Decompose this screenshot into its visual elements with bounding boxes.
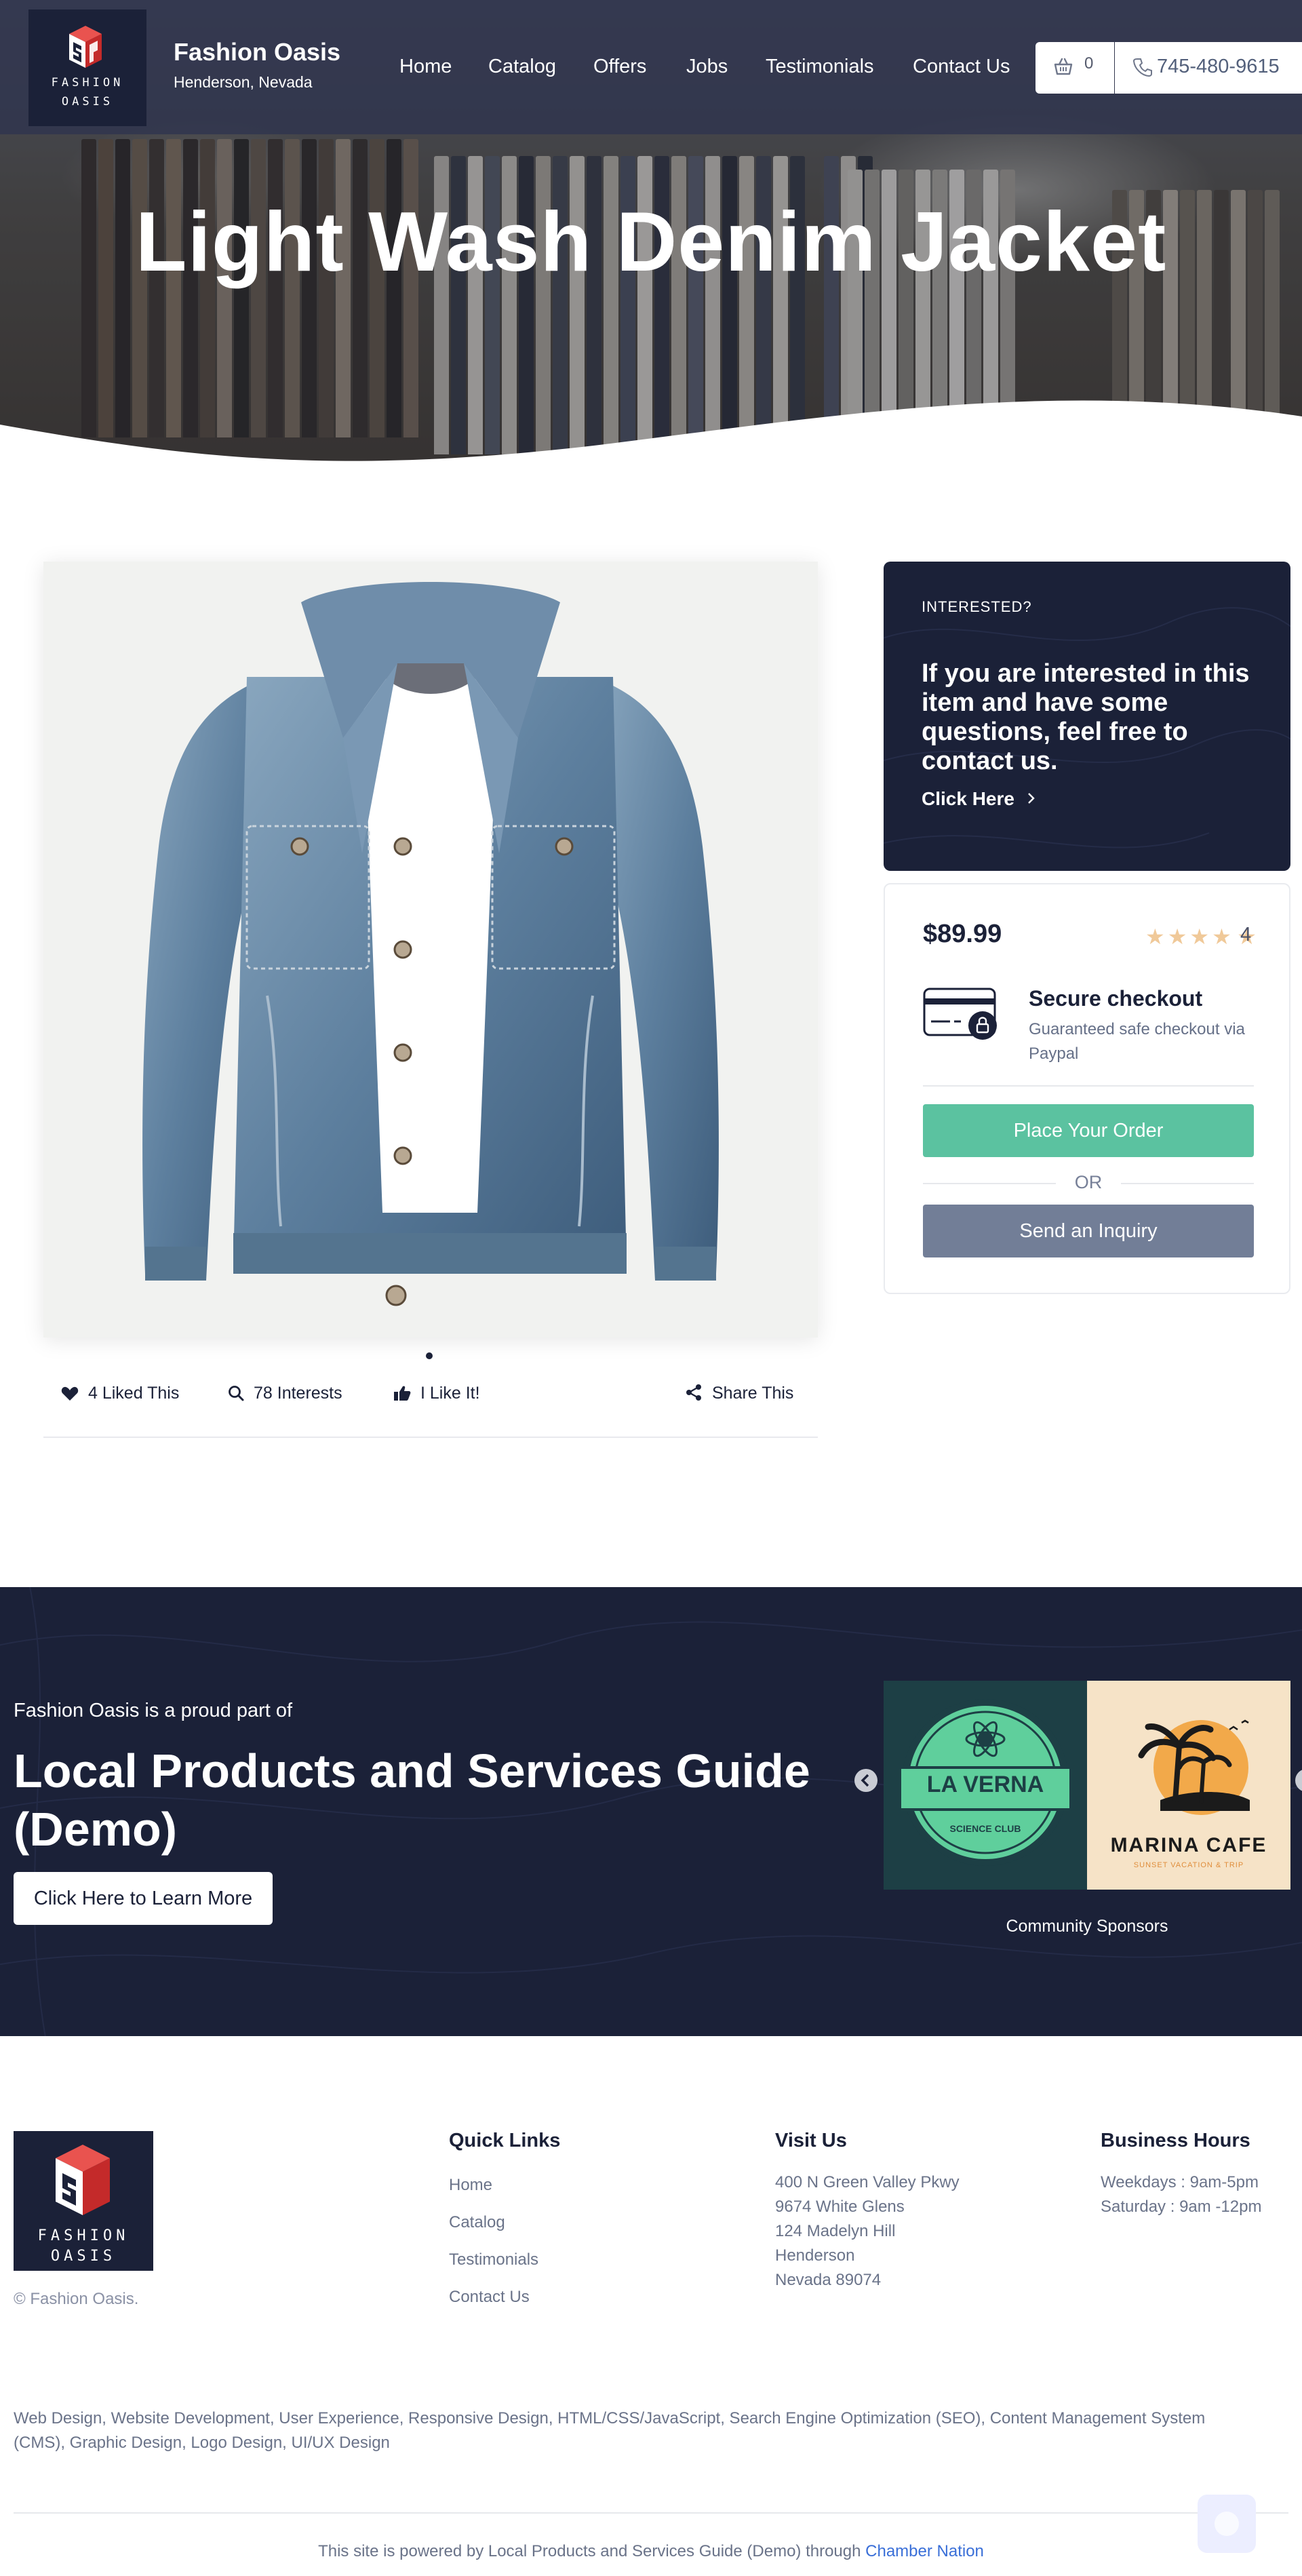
brand-name[interactable]: Fashion Oasis xyxy=(174,38,340,66)
page-title: Light Wash Denim Jacket xyxy=(135,195,1167,289)
address-line: 400 N Green Valley Pkwy xyxy=(775,2173,960,2191)
nav-offers[interactable]: Offers xyxy=(593,56,646,78)
cart-button[interactable]: 0 xyxy=(1035,42,1114,94)
sponsor2-name: MARINA CAFE xyxy=(1110,1834,1267,1856)
chat-icon xyxy=(1215,2512,1239,2536)
address-line: Nevada 89074 xyxy=(775,2271,882,2289)
sponsor-marina-cafe[interactable]: MARINA CAFE SUNSET VACATION & TRIP xyxy=(1087,1681,1290,1890)
secure-checkout-subtitle: Guaranteed safe checkout via Paypal xyxy=(1029,1020,1245,1063)
place-order-button[interactable]: Place Your Order xyxy=(923,1104,1254,1157)
learn-more-button[interactable]: Click Here to Learn More xyxy=(14,1872,273,1925)
sponsor-la-verna[interactable]: LA VERNA SCIENCE CLUB xyxy=(884,1681,1087,1890)
or-separator: OR xyxy=(923,1169,1254,1196)
or-text: OR xyxy=(1074,1172,1103,1192)
visit-us-title: Visit Us xyxy=(775,2130,847,2151)
chat-widget-button[interactable] xyxy=(1198,2495,1256,2553)
share-button[interactable]: Share This xyxy=(685,1384,793,1403)
sponsor1-name: LA VERNA xyxy=(926,1772,1044,1797)
footer-logo-line1: FASHION xyxy=(37,2227,130,2244)
sponsor2-tagline: SUNSET VACATION & TRIP xyxy=(1133,1861,1244,1869)
powered-by-text: This site is powered by Local Products a… xyxy=(318,2542,861,2560)
star-icon: ★ xyxy=(1189,924,1210,949)
nav-jobs[interactable]: Jobs xyxy=(686,56,728,78)
basket-icon xyxy=(1054,58,1073,75)
footer-link-testimonials[interactable]: Testimonials xyxy=(449,2250,538,2269)
footer-link-contact-us[interactable]: Contact Us xyxy=(449,2288,530,2307)
footer-logo-line2: OASIS xyxy=(50,2248,117,2265)
footer-logo[interactable]: FASHION OASIS xyxy=(14,2131,153,2271)
product-image[interactable] xyxy=(43,562,818,1338)
like-it-label: I Like It! xyxy=(420,1384,480,1403)
brand-logo[interactable]: FASHION OASIS xyxy=(28,9,146,126)
marina-cafe-logo xyxy=(1138,1719,1250,1815)
product-actions-divider xyxy=(43,1437,818,1438)
interest-click-here-link[interactable]: Click Here xyxy=(922,788,1036,810)
star-icon: ★ xyxy=(1167,924,1187,949)
brand-location: Henderson, Nevada xyxy=(174,73,313,91)
liked-count-label: 4 Liked This xyxy=(88,1384,180,1403)
footer-divider xyxy=(14,2512,1288,2514)
address-line: Henderson xyxy=(775,2246,855,2265)
search-icon xyxy=(229,1386,244,1401)
secure-card-icon xyxy=(923,988,997,1040)
services-tags: Web Design, Website Development, User Ex… xyxy=(14,2409,1206,2452)
copyright: © Fashion Oasis. xyxy=(14,2290,139,2308)
denim-jacket-image xyxy=(142,582,719,1306)
chevron-left-icon xyxy=(861,1774,869,1787)
share-icon xyxy=(686,1384,701,1401)
carousel-prev-button[interactable] xyxy=(854,1769,877,1792)
guide-kicker: Fashion Oasis is a proud part of xyxy=(14,1700,293,1721)
hero-wave-divider xyxy=(0,400,1302,468)
interests-label: 78 Interests xyxy=(254,1384,342,1403)
logo-text-line1: FASHION xyxy=(51,76,124,90)
star-icon: ★ xyxy=(1145,924,1165,949)
purchase-divider xyxy=(923,1085,1254,1087)
phone-button[interactable]: 745-480-9615 xyxy=(1115,42,1302,94)
guide-section: Fashion Oasis is a proud part of Local P… xyxy=(0,1587,1302,2036)
thumbs-up-icon xyxy=(394,1386,411,1401)
address-line: 9674 White Glens xyxy=(775,2198,905,2216)
sponsor1-tagline: SCIENCE CLUB xyxy=(949,1823,1021,1834)
brand-logo-mark-icon xyxy=(69,26,102,68)
chevron-right-icon xyxy=(1027,793,1035,804)
cart-count: 0 xyxy=(1084,54,1094,73)
product-price: $89.99 xyxy=(923,920,1002,948)
hours-line: Saturday : 9am -12pm xyxy=(1101,2198,1262,2216)
purchase-card: $89.99 ★ ★ ★ ★ ★ 4 Secure checkout Guarante… xyxy=(884,883,1290,1294)
liked-count-button[interactable]: 4 Liked This xyxy=(61,1384,179,1403)
address-line: 124 Madelyn Hill xyxy=(775,2222,896,2240)
footer-link-home[interactable]: Home xyxy=(449,2176,492,2195)
nav-testimonials[interactable]: Testimonials xyxy=(766,56,874,78)
interests-button[interactable]: 78 Interests xyxy=(228,1384,342,1403)
footer-link-catalog[interactable]: Catalog xyxy=(449,2213,505,2232)
nav-contact-us[interactable]: Contact Us xyxy=(913,56,1010,78)
community-sponsors-label: Community Sponsors xyxy=(1006,1917,1168,1936)
guide-title: Local Products and Services Guide (Demo) xyxy=(14,1744,810,1856)
interest-message: If you are interested in this item and h… xyxy=(922,659,1250,775)
chamber-nation-link[interactable]: Chamber Nation xyxy=(865,2542,984,2560)
rating-value: 4 xyxy=(1240,924,1252,945)
heart-icon xyxy=(61,1386,79,1401)
secure-checkout-title: Secure checkout xyxy=(1029,986,1203,1011)
phone-icon xyxy=(1132,58,1152,77)
logo-text-line2: OASIS xyxy=(61,95,114,109)
powered-by: This site is powered by Local Products a… xyxy=(0,2542,1302,2561)
like-it-button[interactable]: I Like It! xyxy=(393,1384,480,1403)
interest-kicker: INTERESTED? xyxy=(922,598,1032,615)
hours-line: Weekdays : 9am-5pm xyxy=(1101,2173,1259,2191)
quick-links-title: Quick Links xyxy=(449,2130,561,2151)
star-icon: ★ xyxy=(1212,924,1231,949)
business-hours-title: Business Hours xyxy=(1101,2130,1250,2151)
interest-link-label: Click Here xyxy=(922,788,1014,809)
nav-home[interactable]: Home xyxy=(399,56,452,78)
share-label: Share This xyxy=(712,1384,794,1403)
top-navbar: FASHION OASIS Fashion Oasis Henderson, N… xyxy=(0,0,1302,134)
carousel-dot[interactable] xyxy=(426,1352,433,1359)
send-inquiry-button[interactable]: Send an Inquiry xyxy=(923,1205,1254,1257)
phone-number: 745-480-9615 xyxy=(1157,56,1280,77)
nav-catalog[interactable]: Catalog xyxy=(488,56,556,78)
interest-card: INTERESTED? If you are interested in thi… xyxy=(884,562,1290,871)
